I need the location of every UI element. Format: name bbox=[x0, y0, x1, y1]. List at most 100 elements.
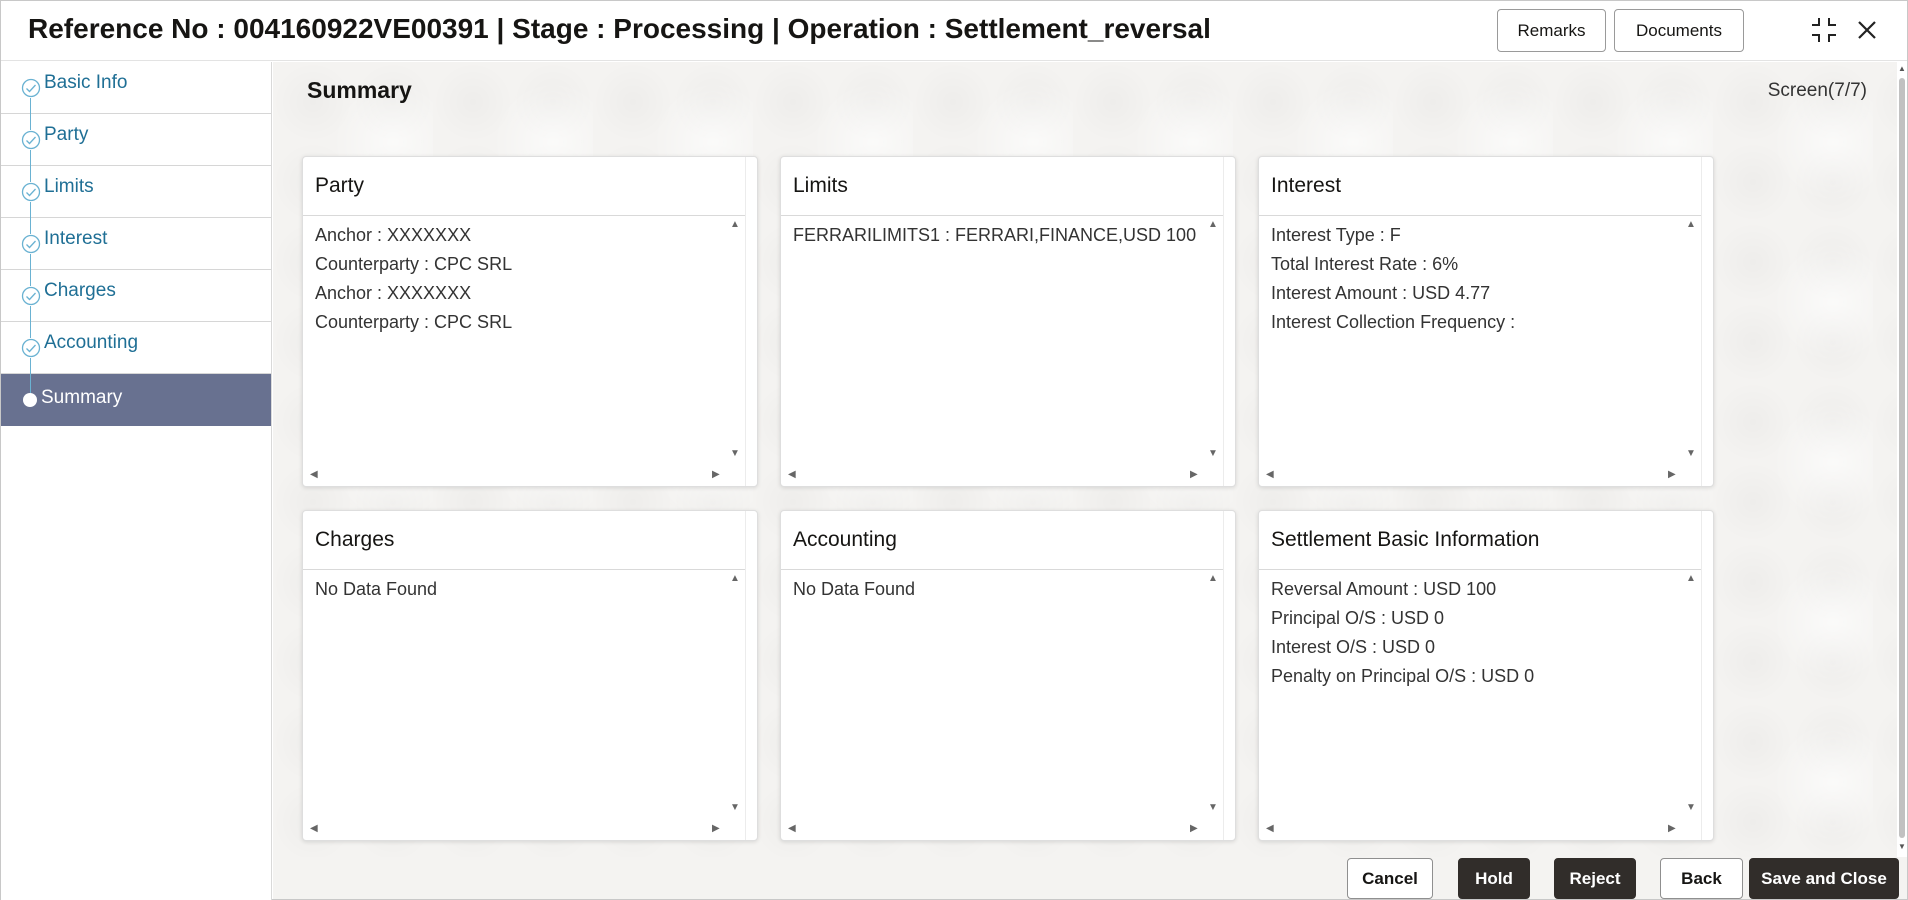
card-line: Anchor : XXXXXXX bbox=[315, 283, 472, 303]
scroll-down-icon[interactable]: ▼ bbox=[1208, 802, 1218, 813]
scroll-down-icon[interactable]: ▼ bbox=[1898, 842, 1906, 851]
scroll-up-icon[interactable]: ▲ bbox=[1898, 64, 1906, 73]
card-edge bbox=[745, 157, 746, 486]
scroll-right-icon[interactable]: ▶ bbox=[1668, 469, 1676, 480]
scroll-up-icon[interactable]: ▲ bbox=[1208, 219, 1218, 230]
card-title: Accounting bbox=[793, 528, 897, 551]
sidebar-item-summary[interactable]: Summary bbox=[1, 374, 271, 426]
sidebar-nav: Basic Info Party Limits Interest Charges… bbox=[1, 62, 272, 900]
scroll-right-icon[interactable]: ▶ bbox=[1190, 469, 1198, 480]
sidebar-item-label: Party bbox=[44, 124, 89, 145]
card-line: Interest Collection Frequency : bbox=[1271, 312, 1516, 332]
scroll-left-icon[interactable]: ◀ bbox=[310, 823, 318, 834]
step-connector bbox=[30, 98, 31, 114]
interest-card: Interest Interest Type : F Total Interes… bbox=[1258, 156, 1714, 487]
card-body: No Data Found bbox=[315, 575, 725, 795]
card-line: Counterparty : CPC SRL bbox=[315, 312, 513, 332]
sidebar-item-label: Basic Info bbox=[44, 72, 128, 93]
sidebar-item-basic-info[interactable]: Basic Info bbox=[1, 62, 271, 114]
scroll-up-icon[interactable]: ▲ bbox=[1686, 573, 1696, 584]
step-connector bbox=[30, 202, 31, 234]
save-and-close-button[interactable]: Save and Close bbox=[1749, 858, 1899, 899]
card-edge bbox=[1701, 157, 1702, 486]
limits-card: Limits FERRARILIMITS1 : FERRARI,FINANCE,… bbox=[780, 156, 1236, 487]
scroll-down-icon[interactable]: ▼ bbox=[730, 448, 740, 459]
scroll-left-icon[interactable]: ◀ bbox=[788, 823, 796, 834]
card-line: Total Interest Rate : 6% bbox=[1271, 254, 1459, 274]
card-body: Reversal Amount : USD 100 Principal O/S … bbox=[1271, 575, 1681, 795]
scroll-right-icon[interactable]: ▶ bbox=[712, 469, 720, 480]
card-line: No Data Found bbox=[793, 579, 916, 599]
card-body: Interest Type : F Total Interest Rate : … bbox=[1271, 221, 1681, 441]
section-heading: Summary bbox=[307, 77, 412, 103]
close-icon[interactable] bbox=[1851, 14, 1883, 46]
scroll-left-icon[interactable]: ◀ bbox=[788, 469, 796, 480]
back-button[interactable]: Back bbox=[1660, 858, 1743, 899]
card-edge bbox=[1223, 511, 1224, 840]
main-content: Summary Screen(7/7) Party Anchor : XXXXX… bbox=[273, 62, 1897, 857]
cancel-button[interactable]: Cancel bbox=[1347, 858, 1433, 899]
check-circle-icon bbox=[21, 286, 41, 306]
card-body: No Data Found bbox=[793, 575, 1203, 795]
scroll-right-icon[interactable]: ▶ bbox=[712, 823, 720, 834]
scroll-down-icon[interactable]: ▼ bbox=[730, 802, 740, 813]
card-divider bbox=[781, 215, 1223, 216]
card-title: Interest bbox=[1271, 174, 1342, 197]
sidebar-item-party[interactable]: Party bbox=[1, 114, 271, 166]
scroll-right-icon[interactable]: ▶ bbox=[1668, 823, 1676, 834]
sidebar-item-label: Accounting bbox=[44, 332, 139, 353]
scroll-left-icon[interactable]: ◀ bbox=[1266, 823, 1274, 834]
scroll-down-icon[interactable]: ▼ bbox=[1686, 448, 1696, 459]
sidebar-item-label: Summary bbox=[41, 387, 123, 408]
check-circle-icon bbox=[21, 182, 41, 202]
reject-button[interactable]: Reject bbox=[1554, 858, 1636, 899]
card-divider bbox=[781, 569, 1223, 570]
scroll-up-icon[interactable]: ▲ bbox=[1686, 219, 1696, 230]
scroll-up-icon[interactable]: ▲ bbox=[730, 573, 740, 584]
scroll-down-icon[interactable]: ▼ bbox=[1686, 802, 1696, 813]
hold-button[interactable]: Hold bbox=[1458, 858, 1530, 899]
card-line: Penalty on Principal O/S : USD 0 bbox=[1271, 666, 1535, 686]
step-connector bbox=[30, 254, 31, 286]
check-circle-icon bbox=[21, 338, 41, 358]
card-body: FERRARILIMITS1 : FERRARI,FINANCE,USD 100 bbox=[793, 221, 1203, 441]
step-connector bbox=[30, 150, 31, 182]
card-body: Anchor : XXXXXXX Counterparty : CPC SRL … bbox=[315, 221, 725, 441]
sidebar-item-label: Limits bbox=[44, 176, 94, 197]
sidebar-item-limits[interactable]: Limits bbox=[1, 166, 271, 218]
check-circle-icon bbox=[21, 78, 41, 98]
card-edge bbox=[1223, 157, 1224, 486]
card-edge bbox=[745, 511, 746, 840]
card-title: Party bbox=[315, 174, 365, 197]
documents-button[interactable]: Documents bbox=[1614, 9, 1744, 52]
active-step-dot-icon bbox=[23, 393, 37, 407]
step-connector bbox=[30, 358, 31, 393]
card-line: Principal O/S : USD 0 bbox=[1271, 608, 1445, 628]
sidebar-item-charges[interactable]: Charges bbox=[1, 270, 271, 322]
check-circle-icon bbox=[21, 130, 41, 150]
step-connector bbox=[30, 114, 31, 130]
sidebar-item-accounting[interactable]: Accounting bbox=[1, 322, 271, 374]
scroll-up-icon[interactable]: ▲ bbox=[730, 219, 740, 230]
page-title: Reference No : 004160922VE00391 | Stage … bbox=[28, 13, 1211, 44]
card-line: Reversal Amount : USD 100 bbox=[1271, 579, 1497, 599]
scroll-down-icon[interactable]: ▼ bbox=[1208, 448, 1218, 459]
card-line: Interest O/S : USD 0 bbox=[1271, 637, 1436, 657]
header-bar: Reference No : 004160922VE00391 | Stage … bbox=[1, 1, 1907, 61]
scroll-right-icon[interactable]: ▶ bbox=[1190, 823, 1198, 834]
sidebar-item-label: Charges bbox=[44, 280, 116, 301]
card-divider bbox=[1259, 569, 1701, 570]
remarks-button[interactable]: Remarks bbox=[1497, 9, 1606, 52]
main-scrollbar[interactable]: ▲ ▼ bbox=[1897, 62, 1907, 857]
scrollbar-thumb[interactable] bbox=[1899, 78, 1905, 838]
settlement-basic-info-card: Settlement Basic Information Reversal Am… bbox=[1258, 510, 1714, 841]
card-line: Counterparty : CPC SRL bbox=[315, 254, 513, 274]
scroll-up-icon[interactable]: ▲ bbox=[1208, 573, 1218, 584]
card-divider bbox=[303, 569, 745, 570]
scroll-left-icon[interactable]: ◀ bbox=[310, 469, 318, 480]
card-line: Anchor : XXXXXXX bbox=[315, 225, 472, 245]
sidebar-item-interest[interactable]: Interest bbox=[1, 218, 271, 270]
scroll-left-icon[interactable]: ◀ bbox=[1266, 469, 1274, 480]
party-card: Party Anchor : XXXXXXX Counterparty : CP… bbox=[302, 156, 758, 487]
minimize-icon[interactable] bbox=[1808, 14, 1840, 46]
